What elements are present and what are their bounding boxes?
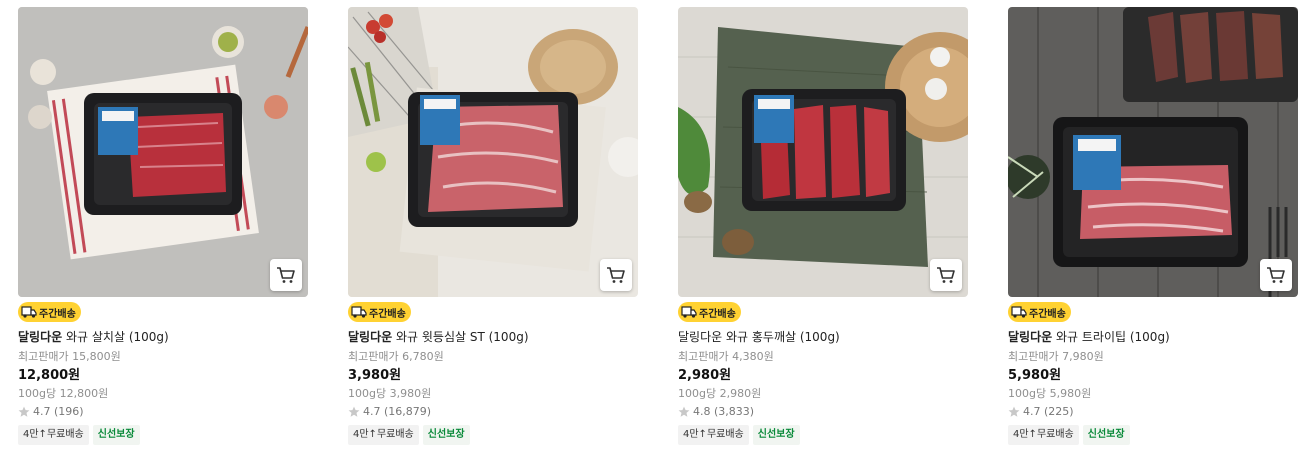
product-brand: 달링다운 — [348, 330, 393, 344]
product-photo — [18, 7, 308, 297]
product-brand: 달링다운 — [678, 330, 723, 344]
rating: 4.7 (196) — [18, 404, 308, 420]
add-to-cart-button[interactable] — [1260, 259, 1292, 291]
product-name: 와규 홍두깨살 (100g) — [722, 330, 840, 344]
add-to-cart-button[interactable] — [270, 259, 302, 291]
rating-text: 4.7 (225) — [1023, 405, 1074, 418]
rating-text: 4.7 (16,879) — [363, 405, 432, 418]
original-price: 최고판매가 6,780원 — [348, 350, 444, 363]
tag-list: 4만↑무료배송 신선보장 — [18, 425, 308, 445]
truck-icon — [681, 306, 697, 318]
add-to-cart-button[interactable] — [930, 259, 962, 291]
truck-icon — [1011, 306, 1027, 318]
delivery-badge: 주간배송 — [678, 302, 741, 322]
original-price: 최고판매가 15,800원 — [18, 350, 121, 363]
product-image[interactable] — [1008, 7, 1298, 297]
rating-text: 4.7 (196) — [33, 405, 84, 418]
delivery-badge-label: 주간배송 — [1029, 308, 1066, 320]
original-price: 최고판매가 7,980원 — [1008, 350, 1104, 363]
free-shipping-tag: 4만↑무료배송 — [1008, 425, 1079, 445]
product-photo — [348, 7, 638, 297]
sale-price: 2,980원 — [678, 368, 732, 383]
product-brand: 달링다운 — [18, 330, 63, 344]
original-price: 최고판매가 4,380원 — [678, 350, 774, 363]
product-title[interactable]: 달링다운 와규 트라이팁 (100g) — [1008, 329, 1298, 346]
free-shipping-tag: 4만↑무료배송 — [348, 425, 419, 445]
product-image[interactable] — [348, 7, 638, 297]
tag-list: 4만↑무료배송 신선보장 — [1008, 425, 1298, 445]
product-brand: 달링다운 — [1008, 330, 1053, 344]
tag-list: 4만↑무료배송 신선보장 — [678, 425, 968, 445]
cart-icon — [607, 267, 625, 283]
sale-price: 5,980원 — [1008, 368, 1062, 383]
unit-price: 100g당 5,980원 — [1008, 387, 1092, 400]
rating: 4.8 (3,833) — [678, 404, 968, 420]
product-title[interactable]: 달링다운 와규 살치살 (100g) — [18, 329, 308, 346]
product-title[interactable]: 달링다운 와규 윗등심살 ST (100g) — [348, 329, 638, 346]
product-photo — [1008, 7, 1298, 297]
product-name: 와규 살치살 (100g) — [62, 330, 169, 344]
star-icon — [348, 406, 360, 417]
product-image[interactable] — [18, 7, 308, 297]
star-icon — [1008, 406, 1020, 417]
product-card[interactable]: 주간배송 달링다운 와규 윗등심살 ST (100g) 최고판매가 6,780원… — [348, 7, 638, 445]
free-shipping-tag: 4만↑무료배송 — [678, 425, 749, 445]
product-card[interactable]: 주간배송 달링다운 와규 살치살 (100g) 최고판매가 15,800원 12… — [18, 7, 308, 445]
unit-price: 100g당 12,800원 — [18, 387, 109, 400]
fresh-guarantee-tag: 신선보장 — [752, 425, 800, 445]
truck-icon — [21, 306, 37, 318]
product-photo — [678, 7, 968, 297]
product-card[interactable]: 주간배송 달링다운 와규 홍두깨살 (100g) 최고판매가 4,380원 2,… — [678, 7, 968, 445]
star-icon — [678, 406, 690, 417]
tag-list: 4만↑무료배송 신선보장 — [348, 425, 638, 445]
unit-price: 100g당 2,980원 — [678, 387, 762, 400]
rating-text: 4.8 (3,833) — [693, 405, 755, 418]
delivery-badge: 주간배송 — [1008, 302, 1071, 322]
sale-price: 3,980원 — [348, 368, 402, 383]
product-image[interactable] — [678, 7, 968, 297]
delivery-badge: 주간배송 — [18, 302, 81, 322]
fresh-guarantee-tag: 신선보장 — [422, 425, 470, 445]
star-icon — [18, 406, 30, 417]
delivery-badge-label: 주간배송 — [39, 308, 76, 320]
product-card[interactable]: 주간배송 달링다운 와규 트라이팁 (100g) 최고판매가 7,980원 5,… — [1008, 7, 1298, 445]
delivery-badge: 주간배송 — [348, 302, 411, 322]
fresh-guarantee-tag: 신선보장 — [92, 425, 140, 445]
truck-icon — [351, 306, 367, 318]
product-title[interactable]: 달링다운 와규 홍두깨살 (100g) — [678, 329, 968, 346]
cart-icon — [937, 267, 955, 283]
product-name: 와규 윗등심살 ST (100g) — [392, 330, 529, 344]
sale-price: 12,800원 — [18, 368, 81, 383]
product-grid: 주간배송 달링다운 와규 살치살 (100g) 최고판매가 15,800원 12… — [0, 0, 1312, 463]
delivery-badge-label: 주간배송 — [369, 308, 406, 320]
free-shipping-tag: 4만↑무료배송 — [18, 425, 89, 445]
add-to-cart-button[interactable] — [600, 259, 632, 291]
cart-icon — [1267, 267, 1285, 283]
delivery-badge-label: 주간배송 — [699, 308, 736, 320]
rating: 4.7 (16,879) — [348, 404, 638, 420]
fresh-guarantee-tag: 신선보장 — [1082, 425, 1130, 445]
unit-price: 100g당 3,980원 — [348, 387, 432, 400]
rating: 4.7 (225) — [1008, 404, 1298, 420]
product-name: 와규 트라이팁 (100g) — [1052, 330, 1170, 344]
cart-icon — [277, 267, 295, 283]
